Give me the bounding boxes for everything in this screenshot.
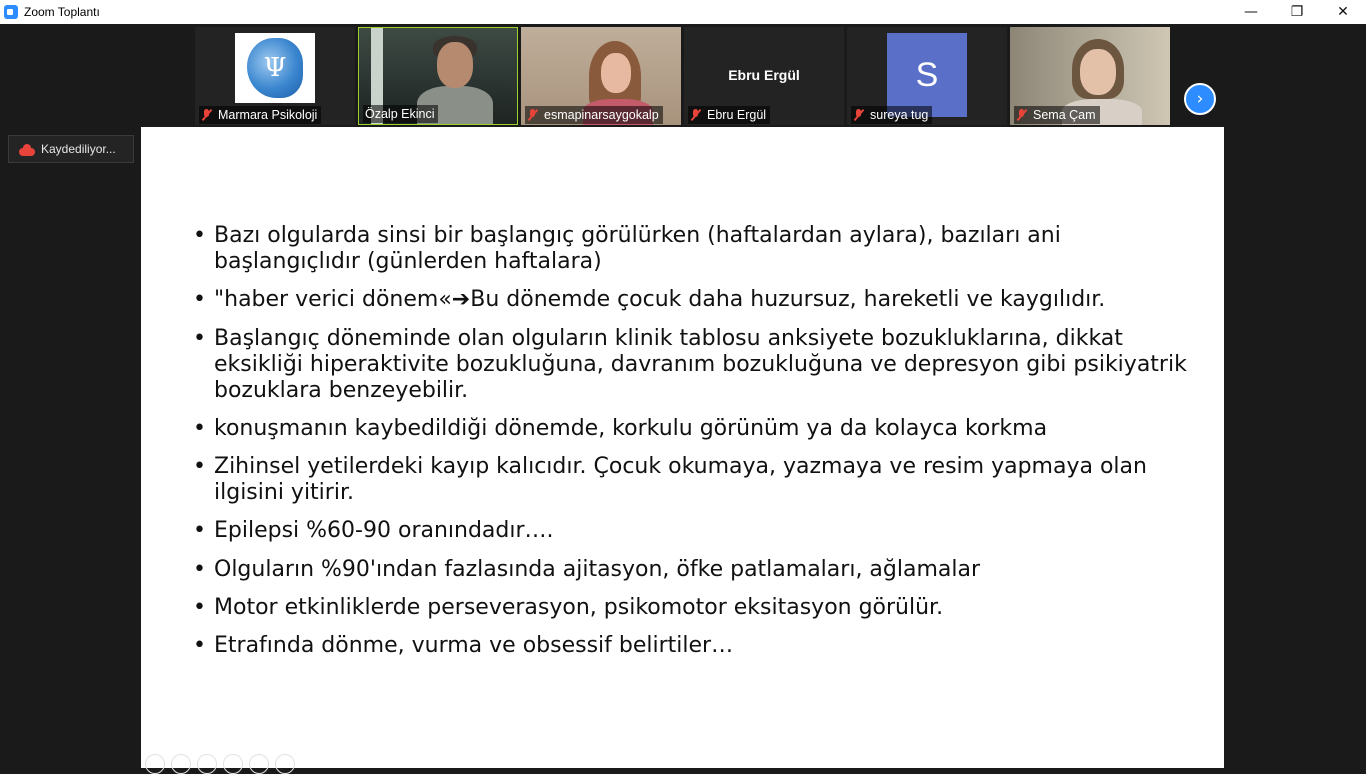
cloud-record-icon — [19, 143, 35, 156]
slide-bullet: Başlangıç döneminde olan olguların klini… — [193, 326, 1203, 404]
slide-toolbar — [145, 754, 295, 774]
slide-bullet: "haber verici dönem«➔Bu dönemde çocuk da… — [193, 287, 1203, 313]
participant-name: Sema Çam — [1033, 108, 1096, 122]
recording-label: Kaydediliyor... — [41, 142, 116, 156]
recording-indicator[interactable]: Kaydediliyor... — [8, 135, 134, 163]
participant-tile-ozalp-ekinci[interactable]: Özalp Ekinci — [358, 27, 518, 125]
close-button[interactable]: ✕ — [1320, 0, 1366, 24]
next-page-button[interactable]: › — [1184, 83, 1216, 115]
zoom-app-icon — [4, 5, 18, 19]
participant-tile-ebru-ergul[interactable]: Ebru Ergül Ebru Ergül — [684, 27, 844, 125]
slide-bullet: Motor etkinliklerde perseverasyon, psiko… — [193, 595, 1203, 621]
mic-muted-icon — [527, 109, 539, 121]
restore-button[interactable]: ❐ — [1274, 0, 1320, 24]
window-controls: — ❐ ✕ — [1228, 0, 1366, 24]
participant-name: Özalp Ekinci — [365, 107, 435, 121]
participant-tile-marmara-psikoloji[interactable]: Ψ Marmara Psikoloji — [195, 27, 355, 125]
shared-screen-slide: Bazı olgularda sinsi bir başlangıç görül… — [141, 127, 1224, 774]
psychology-logo: Ψ — [235, 33, 315, 103]
slides-grid-icon[interactable] — [223, 754, 243, 774]
bullet-text: Bu dönemde çocuk daha huzursuz, hareketl… — [470, 287, 1106, 313]
window-title: Zoom Toplantı — [24, 5, 100, 19]
participant-name: Marmara Psikoloji — [218, 108, 318, 122]
participant-name: Ebru Ergül — [707, 108, 767, 122]
participant-name-label: Özalp Ekinci — [363, 105, 439, 123]
slide-bullet: Olguların %90'ından fazlasında ajitasyon… — [193, 557, 1203, 583]
previous-slide-icon[interactable] — [145, 754, 165, 774]
mic-muted-icon — [853, 109, 865, 121]
mic-muted-icon — [201, 109, 213, 121]
participant-gallery: Ψ Marmara Psikoloji Özalp Ekinci esmapin… — [0, 24, 1366, 127]
participant-tile-sureya-tug[interactable]: S sureya tug — [847, 27, 1007, 125]
psi-head-icon: Ψ — [247, 38, 303, 98]
participant-name: sureya tug — [870, 108, 929, 122]
avatar: S — [887, 33, 967, 117]
zoom-icon[interactable] — [249, 754, 269, 774]
slide-bullet: Bazı olgularda sinsi bir başlangıç görül… — [193, 223, 1203, 275]
slide-bullet: Etrafında dönme, vurma ve obsessif belir… — [193, 633, 1203, 659]
slide-bullet: konuşmanın kaybedildiği dönemde, korkulu… — [193, 416, 1203, 442]
more-options-icon[interactable] — [275, 754, 295, 774]
mic-muted-icon — [690, 109, 702, 121]
chevron-right-icon: › — [1196, 89, 1204, 109]
slide-bullet: Zihinsel yetilerdeki kayıp kalıcıdır. Ço… — [193, 454, 1203, 506]
arrow-right-icon: ➔ — [451, 287, 471, 313]
participant-name: esmapinarsaygokalp — [544, 108, 659, 122]
participant-name-label: esmapinarsaygokalp — [525, 106, 663, 124]
minimize-button[interactable]: — — [1228, 0, 1274, 24]
next-slide-icon[interactable] — [171, 754, 191, 774]
participant-name-label: sureya tug — [851, 106, 933, 124]
title-bar: Zoom Toplantı — ❐ ✕ — [0, 0, 1366, 24]
bullet-text: "haber verici dönem« — [214, 287, 452, 313]
participant-tile-esmapinarsaygokalp[interactable]: esmapinarsaygokalp — [521, 27, 681, 125]
slide-bullet-list: Bazı olgularda sinsi bir başlangıç görül… — [193, 223, 1203, 672]
participant-name-label: Marmara Psikoloji — [199, 106, 322, 124]
participant-tile-sema-cam[interactable]: Sema Çam — [1010, 27, 1170, 125]
slide-bullet: Epilepsi %60-90 oranındadır…. — [193, 518, 1203, 544]
participant-name-label: Sema Çam — [1014, 106, 1100, 124]
participant-name-label: Ebru Ergül — [688, 106, 771, 124]
mic-muted-icon — [1016, 109, 1028, 121]
pen-icon[interactable] — [197, 754, 217, 774]
participant-display-name: Ebru Ergül — [728, 67, 800, 83]
